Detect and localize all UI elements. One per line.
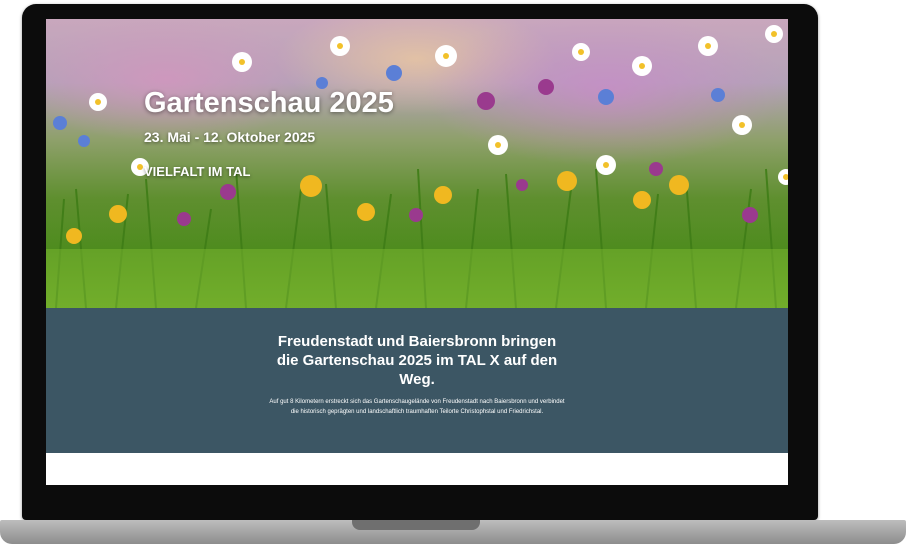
- intro-heading: Freudenstadt und Baiersbronn bringen die…: [276, 333, 558, 388]
- browser-screen: Gartenschau 2025 23. Mai - 12. Oktober 2…: [46, 19, 788, 485]
- event-dates: 23. Mai - 12. Oktober 2025: [144, 129, 316, 145]
- hero-tagline: VIELFALT IM TAL: [144, 164, 251, 179]
- hero-banner: Gartenschau 2025 23. Mai - 12. Oktober 2…: [46, 19, 788, 308]
- intro-text: Auf gut 8 Kilometern erstreckt sich das …: [269, 399, 565, 415]
- intro-section: Freudenstadt und Baiersbronn bringen die…: [46, 308, 788, 453]
- page-title: Gartenschau 2025: [144, 87, 394, 119]
- marigold-flowers: [66, 171, 689, 244]
- page-footer-area: [46, 453, 788, 485]
- laptop-notch: [352, 520, 480, 530]
